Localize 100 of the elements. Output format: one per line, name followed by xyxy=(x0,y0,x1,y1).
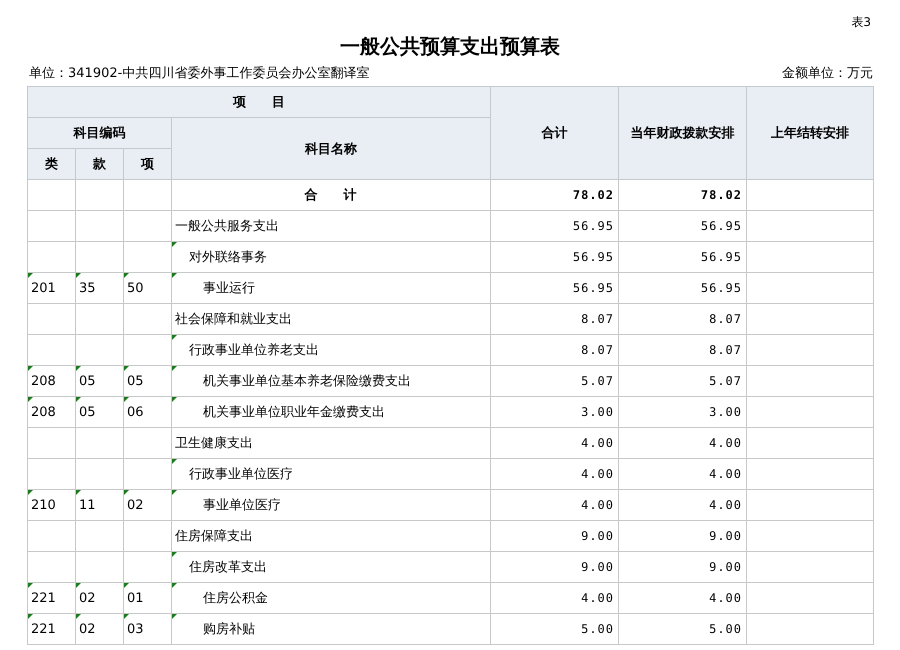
corner-marker-icon xyxy=(172,397,177,402)
amount-cell: 4.00 xyxy=(490,428,618,458)
column-header: 项 xyxy=(124,148,172,180)
amount-cell: 56.95 xyxy=(618,242,746,272)
code-cell: 208 xyxy=(28,366,76,396)
corner-marker-icon xyxy=(172,273,177,278)
amount-cell: 78.02 xyxy=(618,180,746,210)
corner-marker-icon xyxy=(28,583,33,588)
amount-cell: 3.00 xyxy=(618,396,746,428)
amount-cell: 56.95 xyxy=(618,272,746,304)
amount-cell: 56.95 xyxy=(490,242,618,272)
item-name-cell: 住房改革支出 xyxy=(172,552,490,582)
column-header: 合计 xyxy=(490,86,618,180)
item-name-cell: 对外联络事务 xyxy=(172,242,490,272)
sheet-number: 表3 xyxy=(851,14,871,31)
item-name-cell: 事业运行 xyxy=(172,272,490,304)
amount-cell: 4.00 xyxy=(618,428,746,458)
amount-cell: 78.02 xyxy=(490,180,618,210)
amount-cell: 9.00 xyxy=(490,520,618,552)
column-header: 款 xyxy=(76,148,124,180)
item-name-cell: 机关事业单位职业年金缴费支出 xyxy=(172,396,490,428)
corner-marker-icon xyxy=(172,335,177,340)
amount-cell: 5.00 xyxy=(490,614,618,644)
corner-marker-icon xyxy=(172,614,177,619)
item-name-cell: 机关事业单位基本养老保险缴费支出 xyxy=(172,366,490,396)
item-name-cell: 购房补贴 xyxy=(172,614,490,644)
corner-marker-icon xyxy=(28,366,33,371)
column-header: 当年财政拨款安排 xyxy=(618,86,746,180)
corner-marker-icon xyxy=(76,273,81,278)
corner-marker-icon xyxy=(172,490,177,495)
column-header: 科目编码 xyxy=(28,118,172,148)
report-title: 一般公共预算支出预算表 xyxy=(339,33,561,60)
corner-marker-icon xyxy=(76,614,81,619)
item-name-cell: 合 计 xyxy=(172,180,490,210)
amount-unit-label: 金额单位：万元 xyxy=(782,65,873,82)
item-name-cell: 事业单位医疗 xyxy=(172,490,490,520)
code-cell: 221 xyxy=(28,582,76,614)
corner-marker-icon xyxy=(28,273,33,278)
amount-cell: 8.07 xyxy=(618,334,746,366)
code-cell: 221 xyxy=(28,614,76,644)
amount-cell: 3.00 xyxy=(490,396,618,428)
code-cell: 02 xyxy=(76,614,124,644)
code-cell: 06 xyxy=(124,396,172,428)
amount-cell: 5.07 xyxy=(490,366,618,396)
corner-marker-icon xyxy=(172,242,177,247)
column-header: 类 xyxy=(28,148,76,180)
unit-label: 单位：341902-中共四川省委外事工作委员会办公室翻译室 xyxy=(29,65,370,82)
item-name-cell: 住房公积金 xyxy=(172,582,490,614)
code-cell: 02 xyxy=(76,582,124,614)
amount-cell: 8.07 xyxy=(490,304,618,334)
corner-marker-icon xyxy=(172,583,177,588)
corner-marker-icon xyxy=(124,614,129,619)
corner-marker-icon xyxy=(28,614,33,619)
corner-marker-icon xyxy=(124,397,129,402)
item-name-cell: 一般公共服务支出 xyxy=(172,210,490,242)
corner-marker-icon xyxy=(172,552,177,557)
column-header: 科目名称 xyxy=(172,118,490,180)
amount-cell: 4.00 xyxy=(490,458,618,490)
code-cell: 01 xyxy=(124,582,172,614)
corner-marker-icon xyxy=(124,366,129,371)
corner-marker-icon xyxy=(28,490,33,495)
corner-marker-icon xyxy=(76,490,81,495)
item-name-cell: 行政事业单位医疗 xyxy=(172,458,490,490)
amount-cell: 4.00 xyxy=(490,490,618,520)
column-header: 项 目 xyxy=(28,86,490,118)
amount-cell: 5.00 xyxy=(618,614,746,644)
code-cell: 02 xyxy=(124,490,172,520)
amount-cell: 9.00 xyxy=(490,552,618,582)
corner-marker-icon xyxy=(76,397,81,402)
amount-cell: 56.95 xyxy=(490,210,618,242)
code-cell: 50 xyxy=(124,272,172,304)
corner-marker-icon xyxy=(172,459,177,464)
amount-cell: 5.07 xyxy=(618,366,746,396)
item-name-cell: 住房保障支出 xyxy=(172,520,490,552)
corner-marker-icon xyxy=(124,273,129,278)
corner-marker-icon xyxy=(124,490,129,495)
amount-cell: 8.07 xyxy=(490,334,618,366)
corner-marker-icon xyxy=(76,366,81,371)
code-cell: 11 xyxy=(76,490,124,520)
amount-cell: 8.07 xyxy=(618,304,746,334)
item-name-cell: 社会保障和就业支出 xyxy=(172,304,490,334)
corner-marker-icon xyxy=(172,366,177,371)
item-name-cell: 卫生健康支出 xyxy=(172,428,490,458)
code-cell: 05 xyxy=(76,396,124,428)
code-cell: 05 xyxy=(124,366,172,396)
amount-cell: 4.00 xyxy=(618,582,746,614)
amount-cell: 9.00 xyxy=(618,520,746,552)
corner-marker-icon xyxy=(76,583,81,588)
amount-cell: 56.95 xyxy=(618,210,746,242)
corner-marker-icon xyxy=(28,397,33,402)
amount-cell: 4.00 xyxy=(618,458,746,490)
code-cell: 35 xyxy=(76,272,124,304)
code-cell: 210 xyxy=(28,490,76,520)
code-cell: 03 xyxy=(124,614,172,644)
amount-cell: 56.95 xyxy=(490,272,618,304)
code-cell: 201 xyxy=(28,272,76,304)
amount-cell: 4.00 xyxy=(618,490,746,520)
code-cell: 208 xyxy=(28,396,76,428)
amount-cell: 9.00 xyxy=(618,552,746,582)
column-header: 上年结转安排 xyxy=(746,86,874,180)
